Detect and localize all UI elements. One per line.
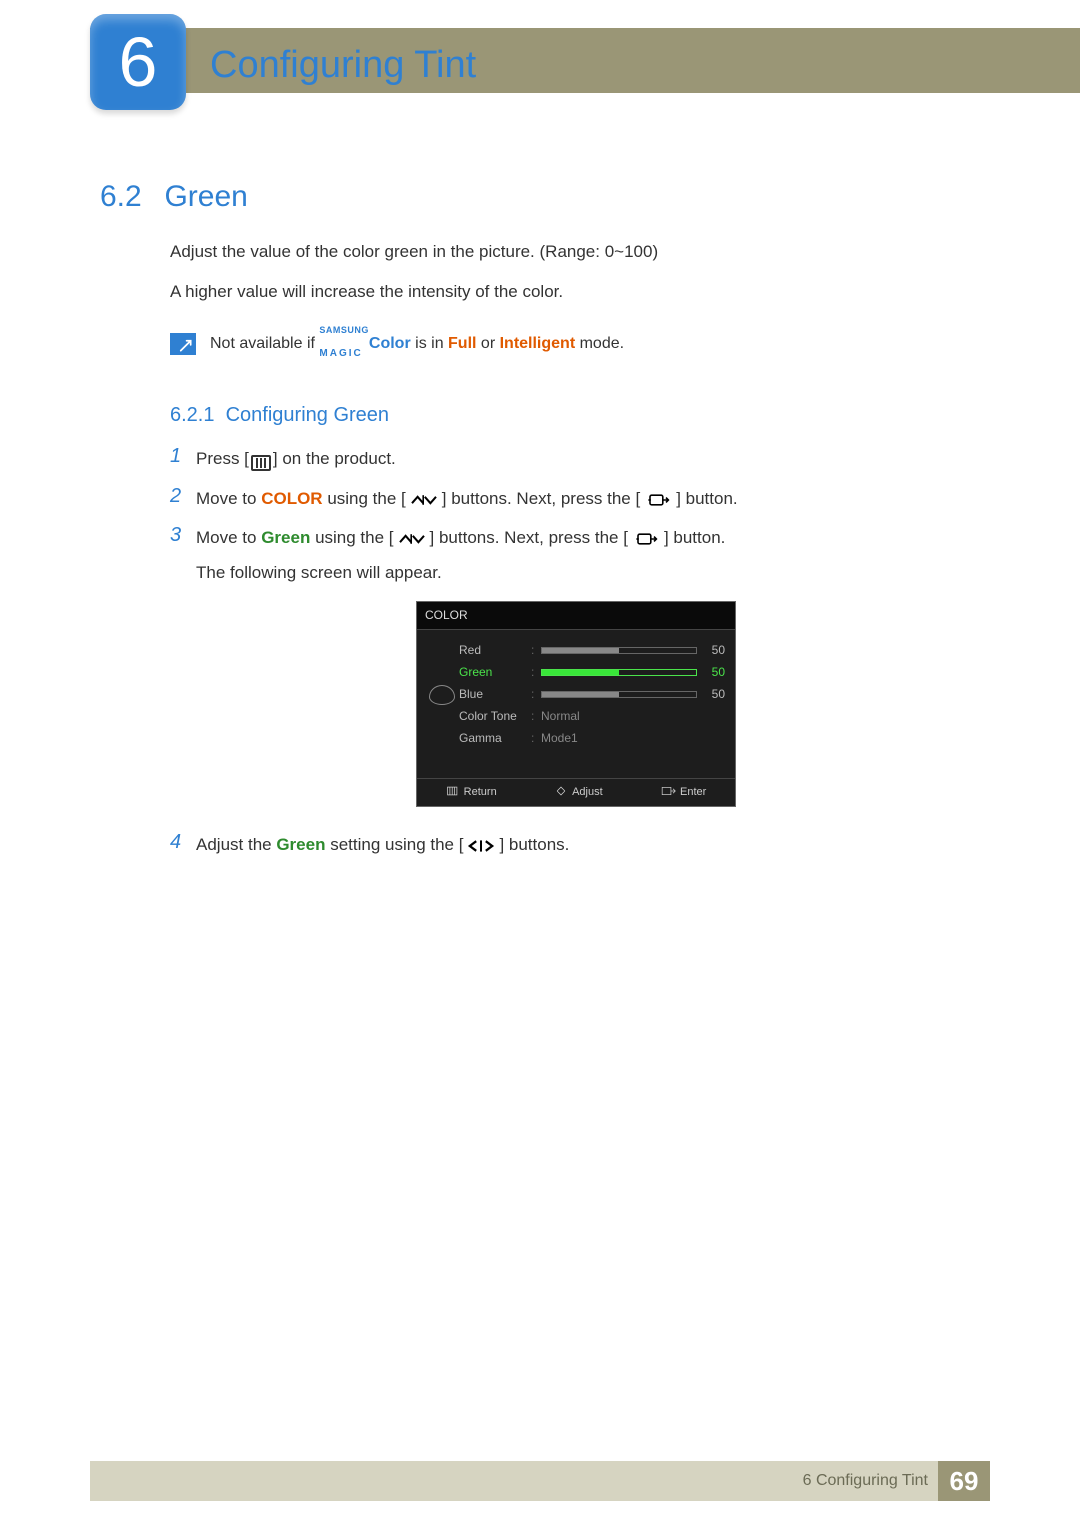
section-heading: 6.2 Green <box>100 180 980 214</box>
enter-icon <box>640 490 676 510</box>
note-text: Not available if SAMSUNGMAGICColor is in… <box>210 328 624 360</box>
step-number: 2 <box>170 485 196 508</box>
subsection-number: 6.2.1 <box>170 404 214 426</box>
osd-row-label: Red <box>459 641 531 660</box>
page-content: 6.2 Green Adjust the value of the color … <box>100 180 980 859</box>
paragraph: Adjust the value of the color green in t… <box>170 242 980 262</box>
osd-screenshot: COLOR Red:50Green:50Blue:50Color Tone:No… <box>416 601 736 808</box>
note-icon <box>170 333 196 355</box>
osd-row-label: Green <box>459 663 531 682</box>
step-item: 1 Press [] on the product. <box>170 445 980 473</box>
step-item: 2 Move to COLOR using the [] buttons. Ne… <box>170 485 980 512</box>
footer-chapter-label: 6 Configuring Tint <box>803 1472 928 1490</box>
osd-slider <box>541 691 697 698</box>
subsection-title: Configuring Green <box>226 404 389 426</box>
osd-row: Blue:50 <box>459 684 725 706</box>
osd-row-label: Blue <box>459 685 531 704</box>
osd-title: COLOR <box>417 602 735 630</box>
osd-adjust: Adjust <box>554 784 603 802</box>
subsection-heading: 6.2.1 Configuring Green <box>170 404 980 427</box>
page-footer: 6 Configuring Tint 69 <box>90 1461 990 1501</box>
osd-slider <box>541 669 697 676</box>
osd-value: 50 <box>697 685 725 704</box>
osd-row: Green:50 <box>459 662 725 684</box>
osd-row: Gamma:Mode1 <box>459 728 725 750</box>
osd-row-label: Gamma <box>459 729 531 748</box>
step-number: 4 <box>170 831 196 854</box>
footer-page-number: 69 <box>938 1461 990 1501</box>
up-down-icon <box>394 529 430 549</box>
left-right-icon <box>463 836 499 856</box>
note: Not available if SAMSUNGMAGICColor is in… <box>170 328 980 360</box>
steps-list: 1 Press [] on the product. 2 Move to COL… <box>170 445 980 859</box>
section-number: 6.2 <box>100 180 160 214</box>
step-item: 4 Adjust the Green setting using the [] … <box>170 831 980 858</box>
step-number: 1 <box>170 445 196 468</box>
osd-value: 50 <box>697 663 725 682</box>
osd-value: 50 <box>697 641 725 660</box>
menu-button-icon <box>249 453 273 473</box>
step-item: 3 Move to Green using the [] buttons. Ne… <box>170 524 980 819</box>
osd-value-text: Mode1 <box>541 729 578 748</box>
paragraph: A higher value will increase the intensi… <box>170 282 980 302</box>
osd-row-label: Color Tone <box>459 707 531 726</box>
up-down-icon <box>406 490 442 510</box>
osd-category-icon <box>425 640 459 750</box>
step-number: 3 <box>170 524 196 547</box>
osd-return: Return <box>446 784 497 802</box>
osd-slider <box>541 647 697 654</box>
osd-enter: Enter <box>660 784 706 802</box>
osd-footer: Return Adjust Enter <box>417 778 735 807</box>
chapter-title: Configuring Tint <box>210 44 476 87</box>
osd-row: Red:50 <box>459 640 725 662</box>
enter-icon <box>628 529 664 549</box>
section-title: Green <box>164 180 247 213</box>
osd-value-text: Normal <box>541 707 580 726</box>
chapter-number-badge: 6 <box>90 14 186 110</box>
osd-row: Color Tone:Normal <box>459 706 725 728</box>
